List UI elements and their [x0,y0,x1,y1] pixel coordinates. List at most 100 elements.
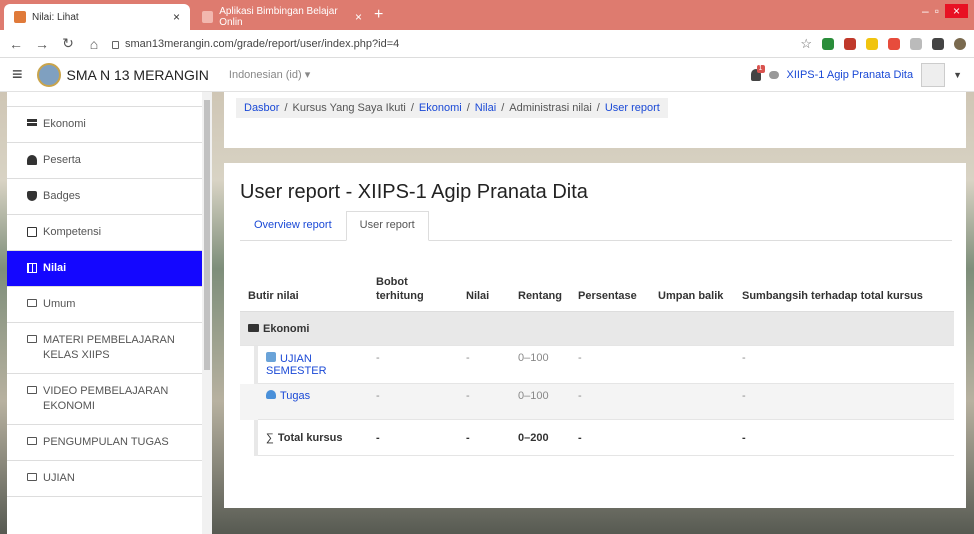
reload-icon[interactable]: ↻ [60,35,76,52]
new-tab-button[interactable]: + [374,6,383,24]
browser-tab-strip: Nilai: Lihat × Aplikasi Bimbingan Belaja… [0,0,974,30]
sidebar-item-materi[interactable]: MATERI PEMBELAJARAN KELAS XIIPS [7,323,202,374]
extension-icon[interactable] [866,37,878,50]
breadcrumb-link-ekonomi[interactable]: Ekonomi [419,102,462,114]
item-link-tugas[interactable]: Tugas [280,390,310,402]
sidebar-item-label: Badges [43,190,81,202]
breadcrumb-link-user-report[interactable]: User report [605,102,660,114]
chevron-down-icon[interactable]: ▼ [953,70,962,80]
row-gutter [240,419,254,456]
folder-icon [248,323,259,332]
hamburger-menu-icon[interactable]: ≡ [12,64,23,85]
puzzle-icon[interactable] [932,37,944,50]
site-name[interactable]: SMA N 13 MERANGIN [67,67,209,83]
table-icon [27,263,37,273]
shield-icon [27,191,37,201]
table-row: Tugas - - 0–100 - - [240,383,954,420]
sidebar-item-label: UJIAN [43,472,75,484]
tab-title: Aplikasi Bimbingan Belajar Onlin [219,6,338,28]
sidebar-item-video[interactable]: VIDEO PEMBELAJARAN EKONOMI [7,374,202,425]
close-window-button[interactable]: × [944,4,968,18]
lock-icon [112,40,119,49]
assignment-icon [266,390,276,399]
category-row: Ekonomi [240,311,954,346]
item-cell: ∑ Total kursus [258,419,368,456]
sidebar-item-label: PENGUMPULAN TUGAS [43,436,169,448]
sidebar-item-peserta[interactable]: Peserta [7,143,202,179]
folder-icon [27,437,37,445]
extension-icon[interactable] [910,37,922,50]
persentase-cell: - [570,383,650,420]
umpan-cell [650,419,734,456]
breadcrumb-separator: / [596,102,600,114]
users-icon [27,155,37,165]
sidebar-item-label: Kompetensi [43,226,102,238]
user-nav: 1 XIIPS-1 Agip Pranata Dita ▼ [750,62,962,87]
column-header: Umpan balik [650,269,734,312]
row-gutter [240,383,254,420]
back-arrow-icon[interactable]: ← [8,36,24,52]
sidebar-item-ujian[interactable]: UJIAN [7,461,202,497]
breadcrumb-link-dasbor[interactable]: Dasbor [244,102,279,114]
item-cell: UJIAN SEMESTER [258,345,368,384]
sidebar-item-label: VIDEO PEMBELAJARAN EKONOMI [43,385,169,412]
report-tabs: Overview report User report [240,211,952,241]
language-selector[interactable]: Indonesian (id) ▾ [229,68,310,81]
message-icon[interactable] [768,70,779,79]
sumbangsih-cell: - [734,419,954,456]
extension-icon[interactable] [844,37,856,50]
bookmark-star-icon[interactable]: ☆ [800,36,812,52]
tab-close-icon[interactable]: × [173,10,180,24]
folder-icon [27,386,37,394]
rentang-cell: 0–200 [510,419,570,456]
column-header: Bobot terhitung [368,269,458,312]
nilai-cell: - [458,383,510,420]
adblock-icon[interactable] [888,37,900,50]
url-field[interactable]: sman13merangin.com/grade/report/user/ind… [112,38,399,50]
sigma-icon: ∑ [266,431,274,444]
sumbangsih-cell: - [734,383,954,420]
url-text: sman13merangin.com/grade/report/user/ind… [125,37,400,50]
bobot-cell: - [368,419,458,456]
avatar[interactable] [921,62,946,87]
column-header: Rentang [510,269,570,312]
browser-tab-inactive[interactable]: Aplikasi Bimbingan Belajar Onlin × [192,4,372,30]
nilai-cell: - [458,419,510,456]
bell-icon[interactable]: 1 [750,64,765,81]
tab-overview-report[interactable]: Overview report [240,211,346,240]
column-header: Butir nilai [240,269,368,312]
sidebar-item-badges[interactable]: Badges [7,179,202,215]
sidebar-item-nilai[interactable]: Nilai [7,251,202,287]
home-icon[interactable]: ⌂ [86,36,102,52]
sidebar-item-kompetensi[interactable]: Kompetensi [7,215,202,251]
sidebar-item-ekonomi[interactable]: Ekonomi [7,106,202,143]
browser-tab-active[interactable]: Nilai: Lihat × [4,4,190,30]
maximize-button[interactable]: ▫ [935,4,939,18]
tab-title: Nilai: Lihat [32,11,79,23]
window-controls: – ▫ × [922,4,968,18]
sidebar-item-label: MATERI PEMBELAJARAN KELAS XIIPS [43,334,175,361]
tab-user-report[interactable]: User report [345,211,429,241]
minimize-button[interactable]: – [922,4,929,18]
folder-icon [27,335,37,343]
forward-arrow-icon[interactable]: → [34,36,50,52]
sidebar-item-pengumpulan[interactable]: PENGUMPULAN TUGAS [7,425,202,461]
breadcrumb-separator: / [466,102,470,114]
user-name[interactable]: XIIPS-1 Agip Pranata Dita [787,69,914,81]
sidebar-scrollbar[interactable] [202,92,212,534]
page-background: Ekonomi Peserta Badges Kompetensi Nilai … [0,92,974,534]
item-cell: Tugas [258,383,368,420]
profile-avatar-icon[interactable] [954,37,966,50]
rentang-cell: 0–100 [510,345,570,384]
extension-icon[interactable] [822,37,834,50]
notification-badge: 1 [756,64,765,73]
main-content: User report - XIIPS-1 Agip Pranata Dita … [224,163,966,508]
scrollbar-thumb[interactable] [204,100,210,370]
address-bar: ← → ↻ ⌂ sman13merangin.com/grade/report/… [0,30,974,58]
grade-table: Butir nilai Bobot terhitung Nilai Rentan… [240,269,954,456]
breadcrumb-link-nilai[interactable]: Nilai [475,102,496,114]
sidebar-item-umum[interactable]: Umum [7,287,202,323]
quiz-icon [266,352,276,362]
tab-close-icon[interactable]: × [355,10,362,24]
school-logo[interactable] [36,62,61,87]
